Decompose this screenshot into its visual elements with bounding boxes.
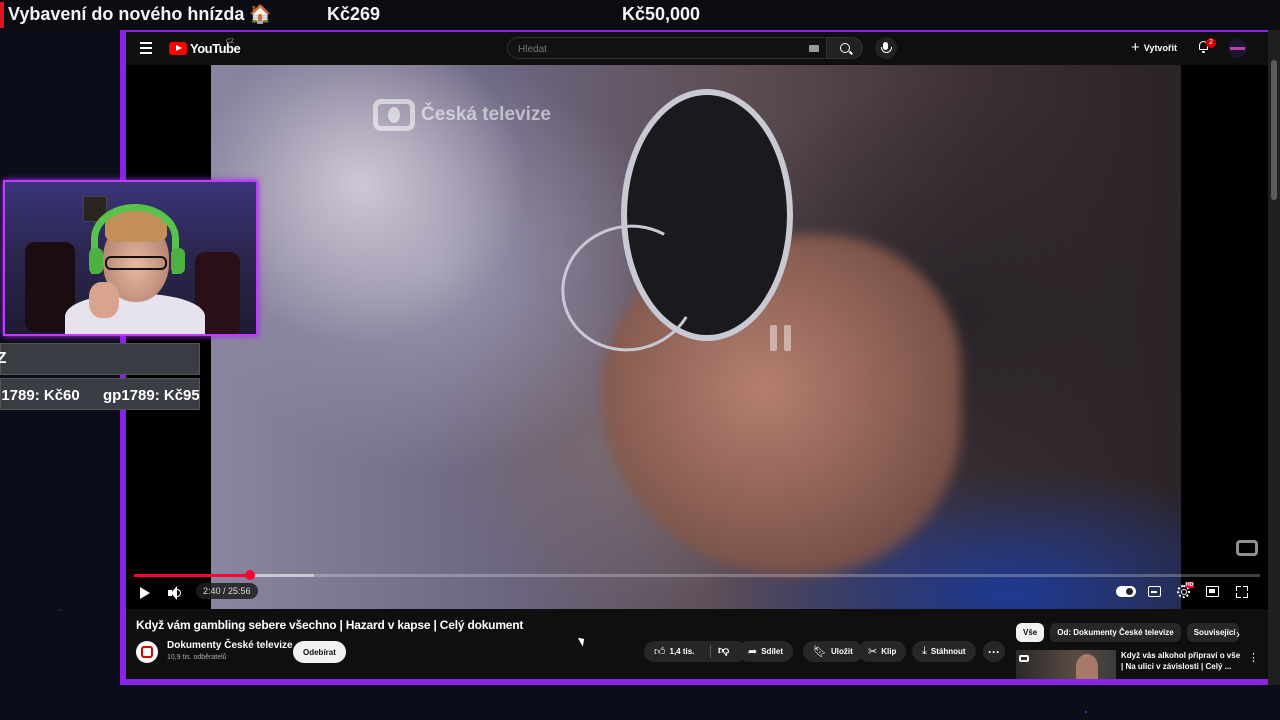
time-display: 2:40 / 25:56: [196, 583, 258, 599]
video-title: Když vám gambling sebere všechno | Hazar…: [136, 618, 524, 632]
like-button[interactable]: 👍︎ 1,4 tis. 👎︎: [644, 641, 746, 662]
scrubber-handle[interactable]: [244, 570, 255, 580]
goal-current-amount: Kč269: [327, 4, 381, 24]
goal-target-amount: Kč50,000: [622, 4, 701, 24]
progress-bar[interactable]: [134, 570, 1260, 580]
subscriber-count: 10,9 tis. odběratelů: [167, 654, 227, 661]
play-icon[interactable]: [140, 587, 150, 599]
channel-avatar[interactable]: [136, 641, 158, 663]
video-player[interactable]: Česká televize 2:40 / 25:56 HD: [126, 65, 1268, 609]
related-filter-chips: Vše Od: Dokumenty České televize Souvise…: [1016, 623, 1239, 642]
country-code: CZ: [226, 39, 234, 45]
donation-item: gp1789: Kč60: [1, 387, 80, 404]
settings-gear-icon[interactable]: HD: [1177, 582, 1195, 598]
recommendation-thumbnail[interactable]: [1016, 650, 1116, 679]
download-label: Stáhnout: [930, 647, 966, 656]
page-scrollbar[interactable]: [1268, 30, 1280, 685]
subscribe-button[interactable]: Odebírat: [293, 641, 346, 663]
download-button[interactable]: ⤓ Stáhnout: [912, 641, 976, 662]
subtitles-icon[interactable]: [1148, 586, 1161, 597]
clip-button[interactable]: ✂ Klip: [858, 641, 907, 662]
youtube-header: YouTube CZ + Vytvořit 2: [126, 32, 1268, 65]
like-count: 1,4 tis.: [669, 647, 695, 656]
broadcaster-watermark: Česká televize: [373, 99, 551, 131]
chip-all[interactable]: Vše: [1016, 623, 1045, 642]
notification-badge: 2: [1206, 38, 1216, 48]
clip-label: Klip: [881, 647, 897, 656]
more-actions-button[interactable]: ···: [983, 641, 1005, 662]
ct-logo-icon: [373, 99, 415, 131]
bookmark-icon: 🔖︎: [813, 646, 827, 658]
autoplay-toggle[interactable]: [1116, 586, 1136, 597]
voice-search-button[interactable]: [875, 37, 897, 59]
miniplayer-icon[interactable]: [1206, 586, 1219, 597]
download-icon: ⤓: [922, 645, 927, 657]
webcam-overlay: [3, 180, 258, 336]
donation-ticker: Vybavení do nového hnízda 🏠 Kč269 Kč50,0…: [0, 0, 1280, 31]
thumbs-down-icon[interactable]: 👎︎: [718, 644, 729, 657]
plus-icon: +: [1131, 39, 1140, 56]
video-info: Když vám gambling sebere všechno | Hazar…: [126, 609, 1268, 679]
chip-from-channel[interactable]: Od: Dokumenty České televize: [1050, 623, 1181, 642]
save-button[interactable]: 🔖︎ Uložit: [803, 641, 863, 662]
chevron-right-icon[interactable]: ›: [1236, 627, 1240, 641]
search-button[interactable]: [827, 37, 863, 59]
ticker-accent: [0, 2, 4, 28]
overlay-label-panel: ZZ: [0, 343, 200, 375]
recommendation-title[interactable]: Když vás alkohol připraví o vše | Na uli…: [1121, 650, 1241, 672]
fullscreen-icon[interactable]: [1236, 586, 1248, 598]
create-button[interactable]: + Vytvořit: [1131, 40, 1177, 55]
channel-watermark-icon: [1236, 540, 1258, 556]
share-label: Sdílet: [761, 647, 783, 656]
save-label: Uložit: [830, 647, 853, 656]
video-frame[interactable]: Česká televize: [211, 65, 1181, 609]
pause-indicator-icon: [770, 325, 792, 351]
goal-label: Vybavení do nového hnízda 🏠: [8, 4, 272, 24]
volume-icon[interactable]: [168, 586, 182, 600]
search-box[interactable]: [507, 37, 827, 59]
channel-name[interactable]: Dokumenty České televize: [167, 640, 293, 651]
scrollbar-thumb[interactable]: [1271, 60, 1277, 200]
keyboard-icon[interactable]: [809, 45, 819, 52]
donation-scroller: gp1789: Kč60 gp1789: Kč95: [0, 378, 200, 410]
share-icon: ➦: [748, 646, 758, 658]
more-vert-icon[interactable]: ⋮: [1248, 651, 1259, 664]
chip-related[interactable]: Související: [1186, 623, 1239, 642]
overlay-label: ZZ: [0, 350, 7, 367]
create-label: Vytvořit: [1143, 42, 1177, 53]
youtube-play-icon: [169, 42, 187, 55]
share-button[interactable]: ➦ Sdílet: [738, 641, 793, 662]
search-input[interactable]: [516, 40, 790, 58]
played-bar: [134, 574, 250, 577]
search-icon: [840, 43, 850, 53]
thumbs-up-icon: 👍︎: [654, 646, 666, 658]
watermark-text: Česká televize: [421, 104, 551, 125]
menu-icon[interactable]: [140, 42, 152, 54]
donation-item: gp1789: Kč95: [103, 387, 200, 404]
scissors-icon: ✂: [868, 646, 878, 658]
avatar[interactable]: [1228, 39, 1247, 58]
